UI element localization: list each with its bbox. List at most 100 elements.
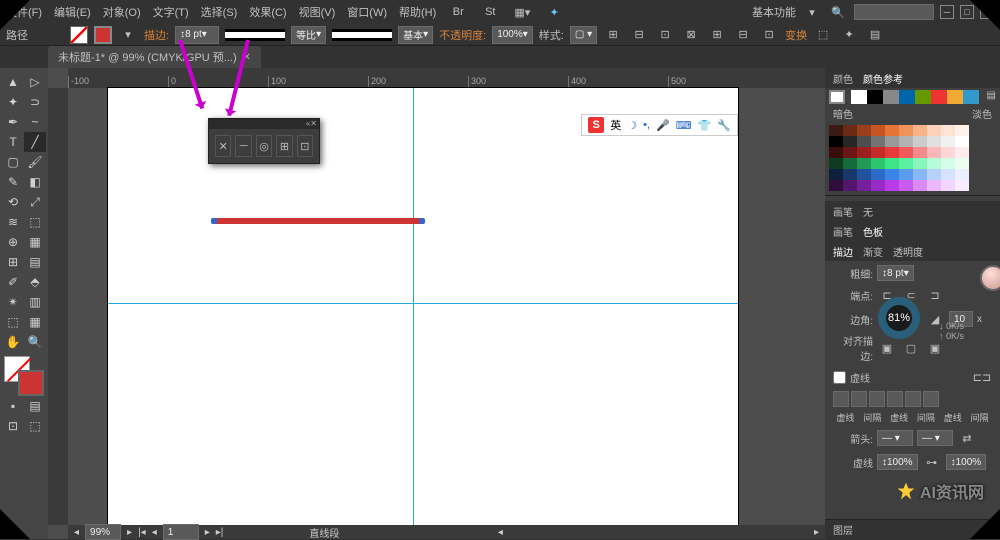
search-input[interactable]	[854, 4, 934, 20]
transform-label[interactable]: 变换	[785, 27, 807, 43]
harmony-swatches[interactable]	[851, 90, 979, 104]
gpu-icon[interactable]: ✦	[544, 2, 564, 22]
dash-field[interactable]	[833, 391, 849, 407]
color-swatch[interactable]	[941, 169, 955, 180]
color-swatch[interactable]	[885, 180, 899, 191]
profile1-dd[interactable]: 等比 ▾	[291, 26, 326, 44]
stroke-weight-input[interactable]: ↕ 8 pt ▾	[877, 265, 914, 281]
color-swatch[interactable]	[843, 125, 857, 136]
align-inside-icon[interactable]: ▢	[901, 338, 921, 358]
type-tool[interactable]: T	[2, 132, 24, 152]
horizontal-ruler[interactable]: -1000100200300400500	[68, 68, 825, 88]
pen-tool[interactable]: ✒	[2, 112, 24, 132]
base-color-swatch[interactable]	[829, 90, 845, 104]
color-swatch[interactable]	[955, 180, 969, 191]
color-swatch[interactable]	[913, 180, 927, 191]
panel-menu-icon[interactable]: ▤	[987, 90, 996, 104]
color-swatch[interactable]	[899, 125, 913, 136]
align-icon7[interactable]: ⊡	[759, 25, 779, 45]
color-swatch[interactable]	[899, 136, 913, 147]
color-swatch[interactable]	[829, 125, 843, 136]
tab-color[interactable]: 颜色	[833, 71, 853, 86]
style-dd[interactable]: ▢ ▾	[570, 26, 597, 44]
swatch-dd-icon[interactable]: ▾	[118, 25, 138, 45]
rotate-tool[interactable]: ⟲	[2, 192, 24, 212]
color-swatch[interactable]	[947, 90, 963, 104]
brush-dots-icon[interactable]: ⊡	[297, 135, 313, 157]
eraser-tool[interactable]: ◧	[24, 172, 46, 192]
brush-tool[interactable]: 🖌	[24, 152, 46, 172]
document-tab[interactable]: 未标题-1* @ 99% (CMYK/GPU 预...) ✕	[48, 46, 261, 68]
canvas-area[interactable]: -1000100200300400500 « ✕ ✕ ─ ◎ ⊞ ⊡	[48, 68, 825, 539]
dash-field[interactable]	[905, 391, 921, 407]
menu-effect[interactable]: 效果(C)	[249, 4, 286, 20]
draw-mode-icon[interactable]: ⬚	[24, 416, 46, 436]
color-swatch[interactable]	[871, 147, 885, 158]
color-swatch[interactable]	[885, 136, 899, 147]
color-swatch[interactable]	[927, 169, 941, 180]
swap-arrows-icon[interactable]: ⇄	[957, 428, 977, 448]
curvature-tool[interactable]: ~	[24, 112, 46, 132]
color-swatch[interactable]	[955, 136, 969, 147]
color-swatch[interactable]	[843, 169, 857, 180]
brush-line-icon[interactable]: ─	[235, 135, 251, 157]
user-avatar[interactable]	[980, 265, 1000, 291]
color-swatch[interactable]	[843, 180, 857, 191]
ime-lang[interactable]: 英	[610, 117, 621, 133]
color-swatch[interactable]	[829, 147, 843, 158]
width-tool[interactable]: ≋	[2, 212, 24, 232]
scroll-right-icon[interactable]: ▸	[814, 527, 819, 538]
color-swatch[interactable]	[829, 136, 843, 147]
color-guide-grid[interactable]	[825, 121, 1000, 195]
link-icon[interactable]: ⊶	[922, 452, 942, 472]
color-swatch[interactable]	[941, 147, 955, 158]
cap-square-icon[interactable]: ⊐	[925, 285, 945, 305]
dashed-checkbox[interactable]	[833, 371, 846, 384]
menu-help[interactable]: 帮助(H)	[399, 4, 436, 20]
stroke-label[interactable]: 描边:	[144, 27, 169, 43]
scale-tool[interactable]: ⤢	[24, 192, 46, 212]
color-swatch[interactable]	[857, 136, 871, 147]
wand-tool[interactable]: ✦	[2, 92, 24, 112]
minimize-button[interactable]: ─	[940, 5, 954, 19]
color-swatch[interactable]	[857, 169, 871, 180]
menu-window[interactable]: 窗口(W)	[347, 4, 387, 20]
arrange-icon[interactable]: ▦▾	[512, 2, 532, 22]
artboard-first-icon[interactable]: |◂	[138, 527, 146, 538]
chevron-down-icon[interactable]: ▾	[802, 2, 822, 22]
gradient-tool[interactable]: ▤	[24, 252, 46, 272]
ime-skin-icon[interactable]: 👕	[698, 119, 712, 132]
color-swatch[interactable]	[913, 158, 927, 169]
color-swatch[interactable]	[899, 180, 913, 191]
slice-tool[interactable]: ▦	[24, 312, 46, 332]
color-swatch[interactable]	[871, 136, 885, 147]
color-swatch[interactable]	[955, 147, 969, 158]
direct-select-tool[interactable]: ▷	[24, 72, 46, 92]
color-swatch[interactable]	[871, 169, 885, 180]
tab-brush[interactable]: 画笔	[833, 204, 853, 219]
tab-stroke[interactable]: 描边	[833, 244, 853, 259]
color-swatch[interactable]	[941, 180, 955, 191]
color-swatch[interactable]	[899, 147, 913, 158]
color-swatch[interactable]	[857, 180, 871, 191]
panel-menu-icon[interactable]: ▤	[865, 25, 885, 45]
tab-color-set[interactable]: 画笔	[833, 224, 853, 239]
color-swatch[interactable]	[857, 158, 871, 169]
align-outside-icon[interactable]: ▣	[925, 338, 945, 358]
opacity-label[interactable]: 不透明度:	[439, 27, 486, 43]
color-swatch[interactable]	[927, 158, 941, 169]
gap-field[interactable]	[923, 391, 939, 407]
scroll-left-icon[interactable]: ◂	[498, 527, 503, 538]
arrow-scale-end[interactable]: ↕ 100%	[946, 454, 987, 470]
color-swatch[interactable]	[913, 125, 927, 136]
align-icon3[interactable]: ⊡	[655, 25, 675, 45]
artboard-field[interactable]: 1	[163, 524, 199, 540]
zoom-tool[interactable]: 🔍	[24, 332, 46, 352]
color-mode-icon[interactable]: ▪	[2, 396, 24, 416]
transform-icon2[interactable]: ✦	[839, 25, 859, 45]
brush-grid-icon[interactable]: ⊞	[276, 135, 292, 157]
color-swatch[interactable]	[885, 169, 899, 180]
color-swatch[interactable]	[885, 147, 899, 158]
align-icon5[interactable]: ⊞	[707, 25, 727, 45]
color-swatch[interactable]	[955, 158, 969, 169]
